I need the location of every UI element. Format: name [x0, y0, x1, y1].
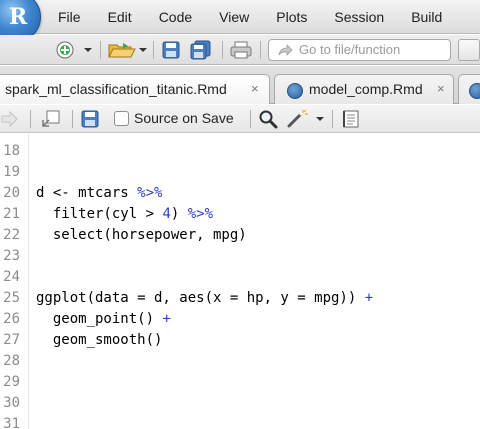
- code-text: filter(cyl > 4) %>%: [36, 204, 213, 225]
- menu-view[interactable]: View: [219, 0, 249, 34]
- menu-code[interactable]: Code: [159, 0, 192, 34]
- toolbar-separator: [100, 41, 101, 59]
- line-number: 24: [3, 269, 20, 285]
- main-toolbar: Go to file/function: [0, 35, 480, 65]
- line-number: 26: [3, 311, 20, 327]
- tab-model-comp[interactable]: model_comp.Rmd ×: [274, 74, 454, 104]
- code-line[interactable]: 29: [0, 372, 480, 393]
- code-token: d <- mtcars: [36, 185, 138, 201]
- tab-label: spark_ml_classification_titanic.Rmd: [5, 81, 227, 97]
- line-number: 27: [3, 332, 20, 348]
- menu-session[interactable]: Session: [334, 0, 384, 34]
- rmd-file-icon: [287, 83, 303, 99]
- menu-build[interactable]: Build: [411, 0, 442, 34]
- code-token-op: +: [162, 311, 171, 327]
- code-token-num: 4: [162, 206, 171, 222]
- save-icon[interactable]: [80, 109, 100, 129]
- code-token-op: +: [364, 290, 374, 306]
- code-text: d <- mtcars %>%: [36, 183, 162, 204]
- code-line[interactable]: 23: [0, 246, 480, 267]
- source-on-save-label: Source on Save: [134, 110, 234, 126]
- editor-toolbar: Source on Save: [0, 105, 480, 133]
- goto-file-function-input[interactable]: Go to file/function: [268, 39, 451, 61]
- toolbar-separator: [153, 41, 154, 59]
- print-icon: [230, 41, 252, 59]
- code-line[interactable]: 24: [0, 267, 480, 288]
- code-line[interactable]: 20 d <- mtcars %>%: [0, 183, 480, 204]
- code-text: ggplot(data = d, aes(x = hp, y = mpg)) +: [36, 288, 373, 309]
- line-number: 18: [3, 143, 20, 159]
- save-icon: [162, 41, 180, 59]
- menu-plots[interactable]: Plots: [276, 0, 307, 34]
- menu-items: File Edit Code View Plots Session Build: [58, 0, 442, 34]
- toolbar-separator: [72, 110, 73, 128]
- code-text: select(horsepower, mpg): [36, 225, 247, 246]
- save-all-icon: [190, 40, 211, 60]
- line-number: 25: [3, 290, 20, 306]
- line-number: 19: [3, 164, 20, 180]
- code-line[interactable]: 27 geom_smooth(): [0, 330, 480, 351]
- goto-placeholder: Go to file/function: [299, 42, 401, 57]
- code-token-op: %>%: [137, 185, 163, 201]
- show-in-window-icon[interactable]: [40, 109, 62, 129]
- open-file-button[interactable]: [106, 39, 148, 61]
- source-on-save-checkbox[interactable]: [114, 111, 129, 126]
- toolbar-separator: [332, 110, 333, 128]
- save-all-button[interactable]: [188, 39, 214, 61]
- code-token: ggplot(data = d, aes(x = hp, y = mpg)): [36, 290, 365, 306]
- editor-tab-strip: spark_ml_classification_titanic.Rmd × mo…: [0, 66, 480, 104]
- rmd-file-icon: [469, 83, 480, 99]
- code-editor[interactable]: 18 19 20 d <- mtcars %>% 21 filter(cyl > 4) …: [0, 134, 480, 429]
- code-line[interactable]: 25 ggplot(data = d, aes(x = hp, y = mpg))…: [0, 288, 480, 309]
- line-number: 28: [3, 353, 20, 369]
- code-token-op: %>%: [187, 206, 214, 222]
- forward-arrow-icon[interactable]: [0, 109, 22, 129]
- line-number: 29: [3, 374, 20, 390]
- magic-wand-icon[interactable]: [286, 109, 326, 129]
- search-icon[interactable]: [258, 109, 280, 129]
- tab-label: model_comp.Rmd: [309, 81, 423, 97]
- line-number: 20: [3, 185, 20, 201]
- code-line[interactable]: 22 select(horsepower, mpg): [0, 225, 480, 246]
- code-line[interactable]: 21 filter(cyl > 4) %>%: [0, 204, 480, 225]
- code-line[interactable]: 19: [0, 162, 480, 183]
- line-number: 23: [3, 248, 20, 264]
- code-token: filter(cyl >: [36, 206, 163, 222]
- save-button[interactable]: [160, 39, 182, 61]
- code-line[interactable]: 30: [0, 393, 480, 414]
- code-line[interactable]: 26 geom_point() +: [0, 309, 480, 330]
- line-number: 22: [3, 227, 20, 243]
- new-file-button[interactable]: [54, 39, 94, 61]
- toolbar-separator: [30, 110, 31, 128]
- code-token: ): [170, 206, 188, 222]
- line-number: 31: [3, 416, 20, 429]
- toolbar-separator: [250, 110, 251, 128]
- goto-extra-button[interactable]: [458, 39, 480, 61]
- code-text: geom_point() +: [36, 309, 171, 330]
- code-token: select(horsepower, mpg): [36, 227, 247, 243]
- line-number: 30: [3, 395, 20, 411]
- compile-notebook-icon[interactable]: [340, 109, 362, 129]
- code-line[interactable]: 28: [0, 351, 480, 372]
- toolbar-separator: [222, 41, 223, 59]
- menu-file[interactable]: File: [58, 0, 81, 34]
- r-logo-letter: R: [8, 4, 28, 30]
- print-button[interactable]: [229, 39, 253, 61]
- menu-edit[interactable]: Edit: [108, 0, 132, 34]
- code-line[interactable]: 31: [0, 414, 480, 429]
- open-folder-icon: [108, 43, 147, 58]
- code-text: geom_smooth(): [36, 330, 163, 351]
- line-number: 21: [3, 206, 20, 222]
- code-token: geom_point(): [36, 311, 163, 327]
- close-icon[interactable]: ×: [251, 81, 259, 96]
- tab-spark-ml[interactable]: spark_ml_classification_titanic.Rmd ×: [0, 74, 270, 104]
- code-line[interactable]: 18: [0, 141, 480, 162]
- code-token: geom_smooth(): [36, 332, 163, 348]
- menu-bar: R File Edit Code View Plots Session Buil…: [0, 0, 480, 42]
- new-file-icon: [56, 41, 92, 59]
- close-icon[interactable]: ×: [437, 81, 445, 96]
- toolbar-separator: [260, 41, 261, 59]
- goto-arrow-icon: [278, 44, 293, 56]
- tab-overflow[interactable]: [458, 74, 480, 104]
